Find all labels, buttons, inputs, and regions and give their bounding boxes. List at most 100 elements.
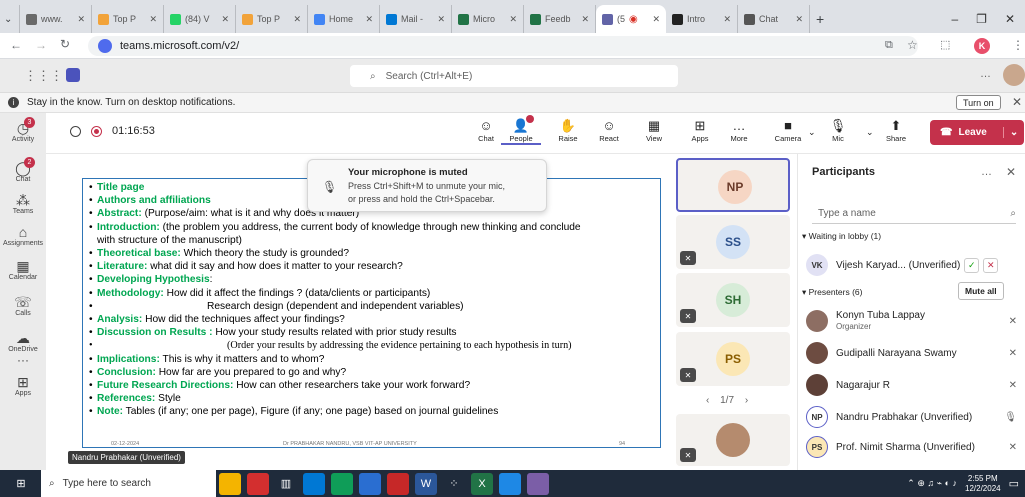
rail-item-calendar[interactable]: ▦ Calendar [0, 259, 46, 281]
close-panel-icon[interactable]: ✕ [1006, 165, 1016, 179]
edge-icon[interactable] [303, 472, 325, 495]
video-tile-ps[interactable]: PS ✕ [676, 332, 790, 386]
close-tab-icon[interactable]: ✕ [221, 14, 229, 25]
close-tab-icon[interactable]: ✕ [652, 14, 660, 25]
rail-item-teams[interactable]: ⁂ Teams [0, 193, 46, 215]
app-icon[interactable] [387, 472, 409, 495]
browser-tab[interactable]: www. ✕ [20, 5, 92, 33]
browser-tab[interactable]: Home ✕ [308, 5, 380, 33]
user-avatar[interactable] [1003, 64, 1025, 86]
panel-more-icon[interactable]: … [981, 166, 992, 178]
restore-icon[interactable]: ❐ [976, 12, 987, 26]
cast-icon[interactable]: ⧉ [885, 39, 893, 52]
settings-more-icon[interactable]: … [980, 68, 991, 80]
clock[interactable]: 2:55 PM 12/2/2024 [965, 474, 1001, 494]
presenter-row[interactable]: PS Prof. Nimit Sharma (Unverified) ✕ [806, 434, 1021, 460]
toolbar-react-button[interactable]: ☺ React [589, 117, 629, 143]
browser-tab[interactable]: Top P ✕ [236, 5, 308, 33]
taskbar-search-box[interactable]: ⌕ Type here to search [41, 470, 216, 497]
url-field[interactable]: teams.microsoft.com/v2/ [88, 36, 918, 56]
close-tab-icon[interactable]: ✕ [77, 14, 85, 25]
app-launcher-icon[interactable]: ⋮⋮⋮ [24, 68, 63, 84]
close-tab-icon[interactable]: ✕ [581, 14, 589, 25]
turn-on-button[interactable]: Turn on [956, 95, 1001, 110]
teams-taskbar-icon[interactable]: ⁘ [443, 473, 465, 495]
file-explorer-icon[interactable] [359, 472, 381, 495]
presenter-row[interactable]: NP Nandru Prabhakar (Unverified) 🎙 [806, 404, 1021, 430]
rail-item-calls[interactable]: ☏ Calls [0, 295, 46, 317]
lobby-participant[interactable]: VK Vijesh Karyad... (Unverified) ✓ ✕ [806, 254, 1021, 276]
browser-tab[interactable]: (5 ◉ ✕ [596, 5, 666, 33]
browser-tab[interactable]: Feedb ✕ [524, 5, 596, 33]
tab-search-button[interactable]: ⌄ [0, 5, 20, 33]
more-apps-icon[interactable]: ··· [0, 353, 46, 367]
browser-tab[interactable]: (84) V ✕ [164, 5, 236, 33]
rail-item-onedrive[interactable]: ☁ OneDrive [0, 331, 46, 353]
deny-x-icon[interactable]: ✕ [983, 257, 999, 273]
site-info-icon[interactable] [98, 39, 112, 53]
close-window-icon[interactable]: ✕ [1005, 12, 1015, 26]
rail-item-activity[interactable]: ◷ 3 Activity [0, 117, 46, 143]
rail-item-assignments[interactable]: ⌂ Assignments [0, 225, 46, 247]
browser-tab[interactable]: Chat ✕ [738, 5, 810, 33]
shield-icon[interactable] [70, 126, 81, 137]
rail-item-chat[interactable]: ◯ 2 Chat [0, 157, 46, 183]
toolbar-apps-button[interactable]: ⊞ Apps [680, 117, 720, 143]
pager-next-icon[interactable]: › [745, 395, 748, 406]
close-tab-icon[interactable]: ✕ [723, 14, 731, 25]
new-tab-button[interactable]: + [810, 5, 832, 33]
toolbar-more-button[interactable]: … More [719, 117, 759, 143]
browser-tab[interactable]: Intro ✕ [666, 5, 738, 33]
profile-avatar[interactable]: K [974, 38, 990, 54]
rail-item-apps[interactable]: ⊞ Apps [0, 375, 46, 397]
photos-icon[interactable] [499, 472, 521, 495]
pinned-app-icon[interactable] [247, 472, 269, 495]
video-tile-sh[interactable]: SH ✕ [676, 273, 790, 327]
close-tab-icon[interactable]: ✕ [293, 14, 301, 25]
presenter-row[interactable]: Nagarajur R ✕ [806, 372, 1021, 398]
task-view-icon[interactable]: ▥ [275, 473, 297, 495]
bookmark-star-icon[interactable]: ☆ [907, 38, 918, 52]
close-tab-icon[interactable]: ✕ [509, 14, 517, 25]
browser-tab[interactable]: Micro ✕ [452, 5, 524, 33]
system-tray-icons[interactable]: ⌃ ⊕ ♫ ⌁ ◐ ♪ [907, 478, 957, 489]
toolbar-camera-button[interactable]: ■ Camera [768, 117, 808, 143]
minimize-icon[interactable]: – [951, 12, 958, 26]
video-tile-ss[interactable]: SS ✕ [676, 215, 790, 269]
windows-start-icon[interactable]: ⊞ [10, 473, 32, 495]
reload-icon[interactable]: ↻ [60, 37, 70, 51]
close-tab-icon[interactable]: ✕ [149, 14, 157, 25]
notifications-icon[interactable]: ▭ [1009, 477, 1019, 490]
close-tab-icon[interactable]: ✕ [365, 14, 373, 25]
browser-tab[interactable]: Top P ✕ [92, 5, 164, 33]
leave-dropdown-icon[interactable]: ⌄ [1002, 127, 1018, 138]
close-tab-icon[interactable]: ✕ [795, 14, 803, 25]
video-tile-np[interactable]: NP [676, 158, 790, 212]
lobby-header[interactable]: ▾ Waiting in lobby (1) [802, 231, 881, 242]
participant-search-input[interactable]: Type a name ⌕ [812, 204, 1016, 224]
forward-icon[interactable]: → [35, 38, 47, 52]
toolbar-chat-button[interactable]: ☺ Chat [466, 117, 506, 143]
toolbar-view-button[interactable]: ▦ View [634, 117, 674, 143]
toolbar-mic-button[interactable]: 🎙 Mic [818, 117, 858, 143]
pager-prev-icon[interactable]: ‹ [706, 395, 709, 406]
browser-menu-icon[interactable]: ⋮ [1012, 38, 1024, 52]
presenter-row[interactable]: Konyn Tuba Lappay Organizer ✕ [806, 308, 1021, 334]
close-tab-icon[interactable]: ✕ [437, 14, 445, 25]
extensions-icon[interactable]: ⬚ [940, 38, 950, 51]
mute-all-button[interactable]: Mute all [958, 282, 1004, 300]
back-icon[interactable]: ← [10, 38, 22, 52]
mic-dropdown-icon[interactable]: ⌄ [866, 127, 874, 138]
close-banner-icon[interactable]: ✕ [1012, 95, 1022, 109]
word-icon[interactable]: W [415, 472, 437, 495]
presenters-header[interactable]: ▾ Presenters (6) [802, 287, 863, 298]
leave-button[interactable]: ☎ Leave ⌄ [930, 120, 1024, 145]
media-icon[interactable] [527, 472, 549, 495]
presenter-row[interactable]: Gudipalli Narayana Swamy ✕ [806, 340, 1021, 366]
chrome-icon[interactable] [331, 472, 353, 495]
excel-icon[interactable]: X [471, 472, 493, 495]
video-tile-photo[interactable]: ✕ [676, 414, 790, 466]
browser-tab[interactable]: Mail - ✕ [380, 5, 452, 33]
admit-check-icon[interactable]: ✓ [964, 257, 980, 273]
global-search-box[interactable]: ⌕ Search (Ctrl+Alt+E) [350, 65, 678, 87]
